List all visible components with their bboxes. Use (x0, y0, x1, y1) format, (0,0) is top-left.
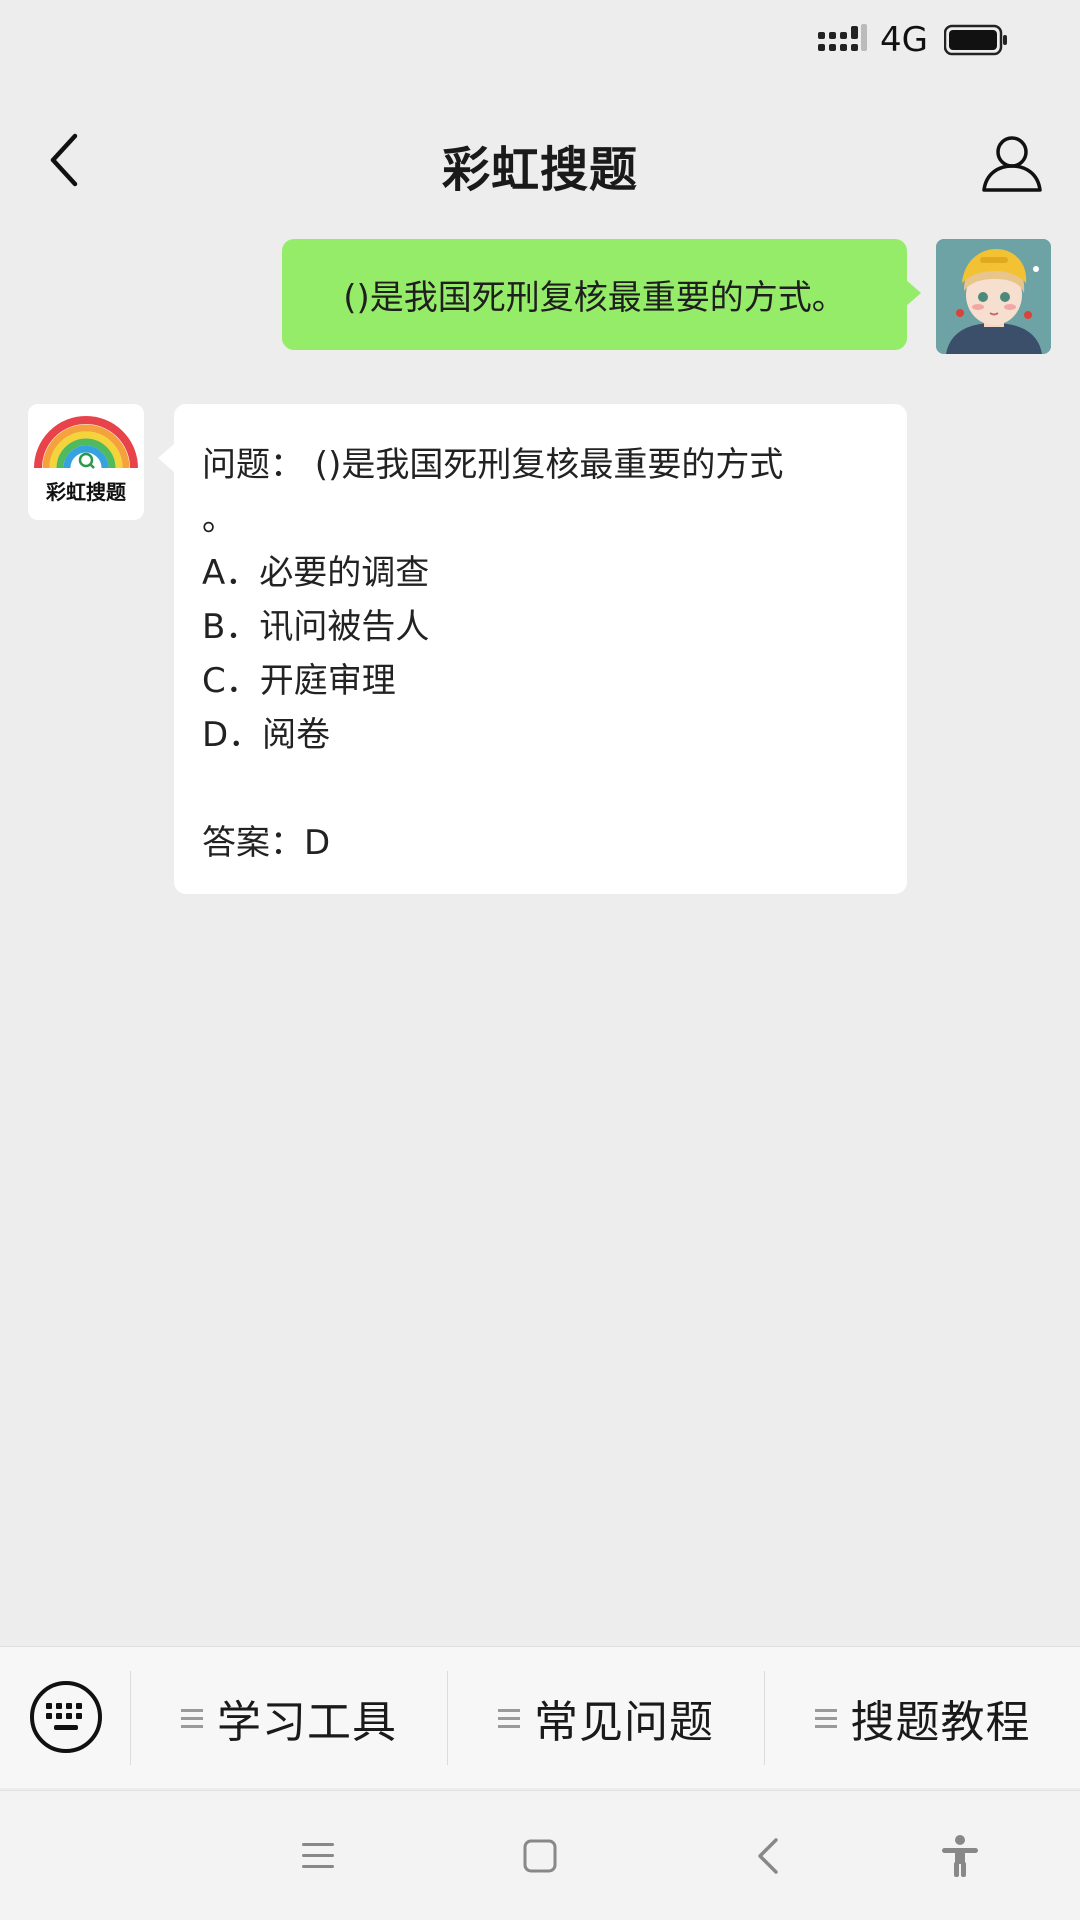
nav-menu-button[interactable] (278, 1821, 358, 1891)
custom-menu-bar: 学习工具 常见问题 搜题教程 (0, 1646, 1080, 1788)
menu-item-search-tutorial[interactable]: 搜题教程 (765, 1647, 1080, 1789)
battery-icon (944, 24, 1007, 56)
menu-item-label: 搜题教程 (850, 1697, 1031, 1748)
person-icon (982, 136, 1042, 192)
rainbow-logo-icon (34, 416, 138, 469)
option-c: C．开庭审理 (202, 661, 396, 701)
option-a: A．必要的调查 (202, 553, 430, 593)
bot-avatar[interactable]: 彩虹搜题 (28, 404, 144, 520)
signal-icon (818, 24, 867, 51)
nav-accessibility-button[interactable] (920, 1821, 1000, 1891)
menu-item-faq[interactable]: 常见问题 (448, 1647, 764, 1789)
menu-lines-icon (181, 1704, 203, 1733)
user-avatar[interactable] (936, 239, 1051, 354)
nav-home-button[interactable] (500, 1821, 580, 1891)
user-message-bubble[interactable]: ()是我国死刑复核最重要的方式。 (282, 239, 921, 350)
hamburger-icon (302, 1843, 334, 1868)
keyboard-icon (30, 1681, 102, 1753)
menu-item-label: 学习工具 (217, 1697, 397, 1748)
question-text: 问题： ()是我国死刑复核最重要的方式 (202, 445, 784, 485)
page-title: 彩虹搜题 (441, 142, 638, 198)
user-message-text: ()是我国死刑复核最重要的方式。 (343, 278, 846, 318)
keyboard-toggle-button[interactable] (28, 1679, 104, 1755)
chat-header: 彩虹搜题 (0, 100, 1080, 220)
status-bar: 4G (0, 0, 1080, 84)
accessibility-icon (942, 1835, 978, 1877)
chat-screen: 4G 彩虹搜题 ()是我国死刑复核最重要的方式。 彩虹搜题 问题： ()是我国死… (0, 0, 1080, 1920)
bot-reply-bubble[interactable]: 问题： ()是我国死刑复核最重要的方式 。 A．必要的调查 B．讯问被告人 C．… (158, 404, 907, 894)
system-nav-bar (0, 1790, 1080, 1920)
bot-logo-text: 彩虹搜题 (46, 480, 126, 504)
option-d: D．阅卷 (202, 715, 331, 755)
square-icon (523, 1839, 557, 1873)
menu-lines-icon (814, 1704, 837, 1733)
option-b: B．讯问被告人 (202, 607, 430, 647)
menu-item-label: 常见问题 (534, 1697, 714, 1748)
nav-back-button[interactable] (728, 1821, 808, 1891)
cartoon-girl-avatar-image (936, 239, 1051, 354)
profile-button[interactable] (964, 128, 1060, 200)
question-text-continuation: 。 (202, 499, 236, 539)
answer-text: 答案：D (202, 823, 331, 863)
network-type-label: 4G (880, 20, 928, 60)
menu-lines-icon (498, 1704, 520, 1733)
chevron-left-icon (758, 1838, 778, 1874)
menu-item-study-tools[interactable]: 学习工具 (131, 1647, 447, 1789)
